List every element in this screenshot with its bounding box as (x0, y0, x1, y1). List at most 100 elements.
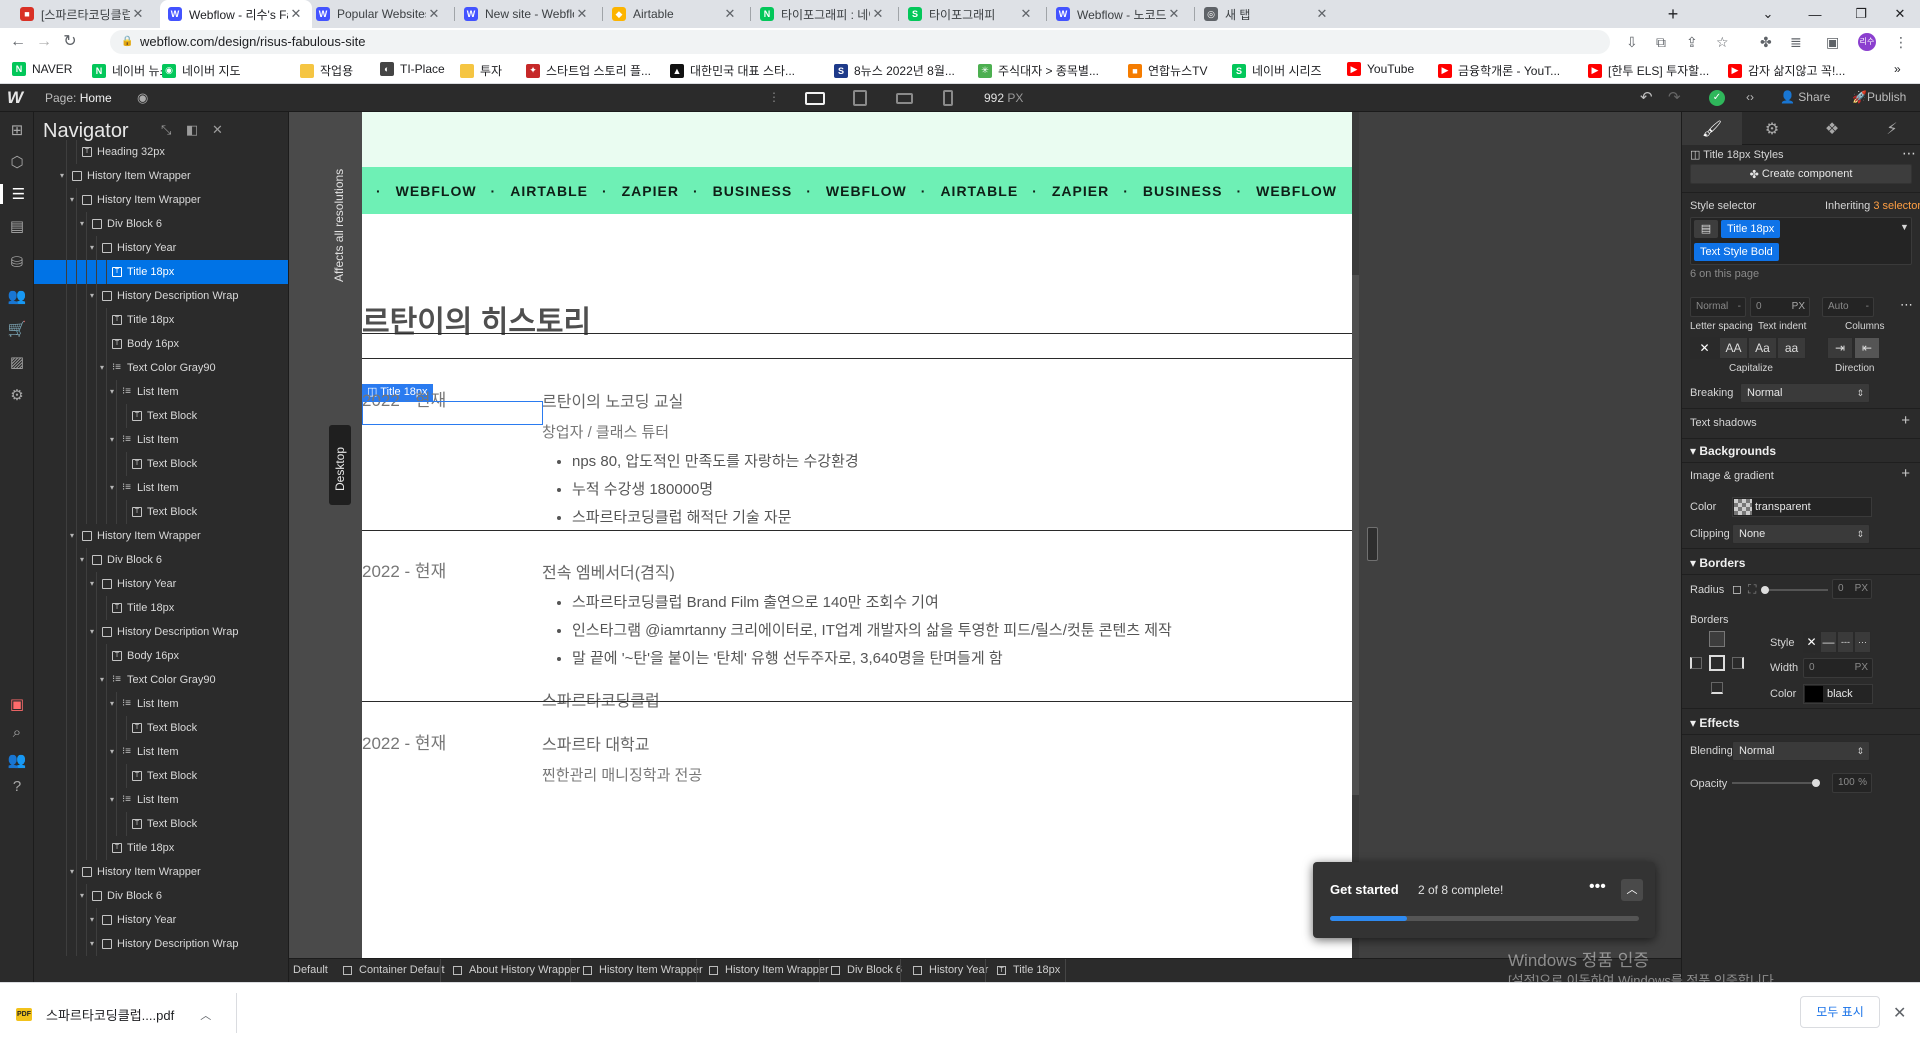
symbols-icon[interactable]: ⬡ (7, 152, 27, 172)
navigator-item[interactable]: T Body 16px (34, 644, 288, 668)
bookmark-item[interactable]: ■ 연합뉴스TV (1128, 62, 1208, 79)
chevron-down-icon[interactable]: ▾ (90, 620, 98, 644)
radius-all-icon[interactable]: ◻ (1732, 582, 1742, 596)
navigator-item[interactable]: ▾ ⁝≡ List Item (34, 476, 288, 500)
list-item[interactable]: 인스타그램 @iamrtanny 크리에이터로, IT업계 개발자의 삶을 투영… (572, 617, 1172, 645)
browser-tab[interactable]: W Webflow - 노코드 종✕ (1048, 0, 1190, 28)
close-icon[interactable]: ✕ (130, 6, 146, 22)
breadcrumb-item[interactable]: Div Block 6 (831, 964, 902, 976)
dock-panel-icon[interactable]: ◧ (186, 122, 198, 138)
collaborators-icon[interactable]: 👥 (7, 750, 27, 770)
bookmark-item[interactable]: N NAVER (12, 62, 72, 76)
direction-rtl-icon[interactable]: ⇤ (1854, 337, 1880, 359)
undo-icon[interactable]: ↶ (1640, 88, 1653, 106)
bookmark-item[interactable]: ◉ 네이버 지도 (162, 62, 241, 79)
mobile-portrait-breakpoint-icon[interactable] (936, 88, 960, 108)
bookmark-star-icon[interactable]: ☆ (1716, 34, 1729, 51)
navigator-item[interactable]: ▾ Div Block 6 (34, 884, 288, 908)
columns-input[interactable]: Auto - (1822, 297, 1874, 317)
browser-tab[interactable]: W Webflow - 리수's Fab✕ (160, 0, 312, 28)
more-options-icon[interactable]: ••• (1589, 878, 1606, 896)
navigator-item[interactable]: T Text Block (34, 764, 288, 788)
navigator-item[interactable]: T Text Block (34, 716, 288, 740)
bookmark-item[interactable]: N 네이버 뉴스 (92, 62, 171, 79)
navigator-item[interactable]: T Text Block (34, 452, 288, 476)
effects-header[interactable]: ▾ Effects (1690, 716, 1739, 730)
list-item[interactable]: 누적 수강생 180000명 (572, 476, 859, 504)
webflow-logo-icon[interactable]: W (7, 88, 23, 108)
help-icon[interactable]: ? (7, 776, 27, 796)
browser-tab[interactable]: W New site - Webflow✕ (456, 0, 598, 28)
bookmark-item[interactable]: ▶ 감자 삶지않고 꼭!... (1728, 62, 1845, 79)
close-icon[interactable]: ✕ (1314, 6, 1330, 22)
close-icon[interactable]: ✕ (1893, 1003, 1906, 1023)
border-style-none-icon[interactable]: ✕ (1803, 631, 1820, 653)
navigator-item[interactable]: ▾ History Description Wrap (34, 620, 288, 644)
navigator-item[interactable]: ▾ History Year (34, 572, 288, 596)
navigator-item[interactable]: T Title 18px (34, 836, 288, 860)
collapse-card-icon[interactable]: ︿ (1621, 879, 1643, 901)
navigator-item[interactable]: T Title 18px (34, 596, 288, 620)
assets-icon[interactable]: ▨ (7, 352, 27, 372)
navigator-item[interactable]: ▾ History Description Wrap (34, 932, 288, 956)
selector-chip-title[interactable]: Title 18px (1721, 220, 1781, 238)
tablet-breakpoint-icon[interactable] (848, 88, 872, 108)
navigator-item[interactable]: ▾ ⁝≡ Text Color Gray90 (34, 668, 288, 692)
chevron-down-icon[interactable]: ▾ (90, 236, 98, 260)
history-title[interactable]: 전속 엠베서더(겸직) (542, 559, 1172, 583)
selector-state-icon[interactable]: ▤ (1694, 220, 1718, 238)
canvas-resize-handle[interactable] (1367, 527, 1378, 561)
navigator-item[interactable]: ▾ ⁝≡ List Item (34, 740, 288, 764)
bookmark-item[interactable]: 투자 (460, 62, 502, 79)
navigator-item[interactable]: T Text Block (34, 812, 288, 836)
mobile-landscape-breakpoint-icon[interactable] (892, 88, 916, 108)
logo-marquee[interactable]: · WEBFLOW · AIRTABLE · ZAPIER · BUSINESS · WEBFLO… (362, 167, 1352, 214)
browser-tab[interactable]: W Popular Websites - W✕ (308, 0, 450, 28)
profile-avatar[interactable]: 리수 (1858, 33, 1876, 51)
border-bottom-side[interactable] (1711, 682, 1723, 694)
navigator-item[interactable]: ▾ ⁝≡ List Item (34, 788, 288, 812)
navigator-item[interactable]: T Title 18px (34, 260, 288, 284)
navigator-item[interactable]: ▾ History Item Wrapper (34, 524, 288, 548)
breadcrumb-item[interactable]: T Title 18px (997, 964, 1060, 976)
borders-header[interactable]: ▾ Borders (1690, 556, 1745, 570)
navigator-item[interactable]: T Title 18px (34, 308, 288, 332)
selector-chip-bold[interactable]: Text Style Bold (1694, 243, 1779, 261)
page-heading[interactable]: 르탄이의 히스토리 (362, 297, 591, 341)
download-item[interactable]: PDF 스파르타코딩클럽....pdf ︿ (16, 1005, 211, 1024)
clipping-select[interactable]: None ⇕ (1732, 524, 1870, 544)
bookmark-item[interactable]: ▶ YouTube (1347, 62, 1414, 76)
border-top-side[interactable] (1709, 631, 1725, 647)
border-left-side[interactable] (1690, 657, 1702, 669)
list-item[interactable]: 스파르타코딩클럽 Brand Film 출연으로 140만 조회수 기여 (572, 589, 1172, 617)
style-manager-icon[interactable]: ❖ (1802, 112, 1862, 145)
case-none-icon[interactable]: ✕ (1690, 337, 1719, 359)
chevron-down-icon[interactable]: ▾ (90, 284, 98, 308)
history-year[interactable]: 2022 - 현재 (362, 557, 446, 582)
lowercase-icon[interactable]: aa (1777, 337, 1806, 359)
list-item[interactable]: 스파르타코딩클럽 해적단 기술 자문 (572, 504, 859, 532)
uppercase-icon[interactable]: AA (1719, 337, 1748, 359)
redo-icon[interactable]: ↷ (1668, 88, 1681, 106)
preview-eye-icon[interactable]: ◉ (137, 90, 148, 106)
settings-icon[interactable]: ⚙ (7, 385, 27, 405)
history-title[interactable]: 스파르타 대학교 (542, 731, 702, 755)
radius-input[interactable]: 0 PX (1832, 579, 1872, 599)
backgrounds-header[interactable]: ▾ Backgrounds (1690, 444, 1776, 458)
chevron-down-icon[interactable]: ▾ (70, 188, 78, 212)
chevron-down-icon[interactable]: ▾ (70, 524, 78, 548)
close-window-icon[interactable]: ✕ (1877, 0, 1920, 28)
bookmarks-overflow-icon[interactable]: » (1894, 62, 1901, 76)
chevron-down-icon[interactable]: ▾ (110, 788, 118, 812)
border-right-side[interactable] (1732, 657, 1744, 669)
border-style-solid-icon[interactable]: — (1820, 631, 1837, 653)
radius-individual-icon[interactable]: ⛶ (1748, 582, 1756, 597)
element-settings-icon[interactable]: ⚙ (1742, 112, 1802, 145)
show-all-downloads-button[interactable]: 모두 표시 (1800, 996, 1880, 1028)
minimize-icon[interactable]: — (1792, 0, 1838, 28)
navigator-item[interactable]: ▾ History Year (34, 236, 288, 260)
interactions-icon[interactable]: ⚡ (1862, 112, 1920, 145)
chevron-down-icon[interactable]: ▾ (80, 212, 88, 236)
get-started-card[interactable]: Get started 2 of 8 complete! ••• ︿ (1313, 862, 1655, 938)
history-year[interactable]: 2022 - 현재 (362, 729, 446, 754)
